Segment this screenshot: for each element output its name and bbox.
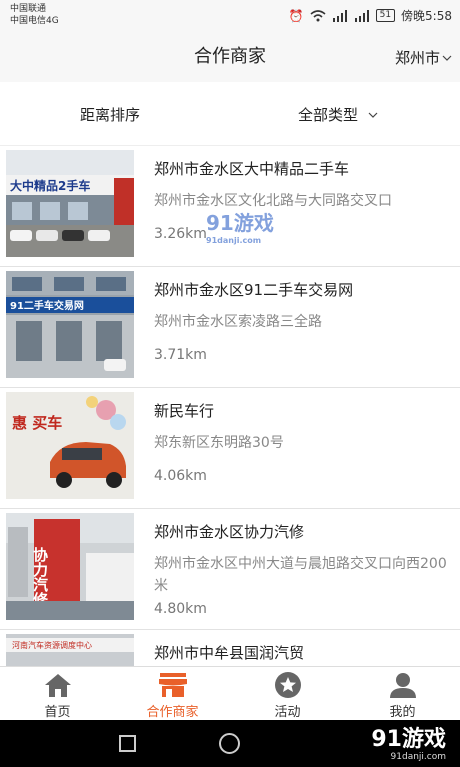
watermark-logo: 91游戏 91danji.com <box>206 211 274 245</box>
bottom-tab-bar: 首页 合作商家 活动 我的 <box>0 666 460 720</box>
star-icon <box>274 672 301 698</box>
tab-label: 活动 <box>274 705 301 720</box>
system-nav-bar: 91游戏 91danji.com <box>0 720 460 767</box>
dealer-name: 新民车行 <box>154 402 215 420</box>
store-sign-text: 河南汽车资源调度中心 <box>12 640 92 650</box>
signal-icon <box>332 9 347 22</box>
dealer-name: 郑州市中牟县国润汽贸 <box>154 644 305 662</box>
dealer-name: 郑州市金水区大中精品二手车 <box>154 160 350 178</box>
dealer-distance: 4.06km <box>154 468 207 484</box>
signal-4g-icon <box>354 9 369 22</box>
tab-home[interactable]: 首页 <box>0 667 115 721</box>
sort-by-distance[interactable]: 距离排序 <box>80 104 140 125</box>
list-item[interactable]: 惠 买车 新民车行 郑东新区东明路30号 4.06km <box>0 388 460 509</box>
tab-label: 我的 <box>389 705 416 720</box>
user-icon <box>389 673 416 698</box>
list-item[interactable]: 协力汽修 郑州市金水区协力汽修 郑州市金水区中州大道与晨旭路交叉口向西200米 … <box>0 509 460 630</box>
chevron-down-icon <box>368 112 378 118</box>
tab-partners[interactable]: 合作商家 <box>115 667 230 721</box>
tab-mine[interactable]: 我的 <box>345 667 460 721</box>
title-bar: 合作商家 郑州市 <box>0 30 460 82</box>
page-title: 合作商家 <box>194 46 266 67</box>
home-button[interactable] <box>219 733 240 754</box>
list-item[interactable]: 河南汽车资源调度中心 郑州市中牟县国润汽贸 <box>0 630 460 666</box>
store-sign-text: 大中精品2手车 <box>10 178 90 193</box>
city-selector[interactable]: 郑州市 <box>395 47 452 68</box>
wifi-icon <box>310 9 326 21</box>
store-sign-text: 惠 买车 <box>12 414 62 432</box>
status-bar: 中国联通 中国电信4G ⏰ 51 傍晚5:58 <box>0 0 460 30</box>
dealer-photo: 河南汽车资源调度中心 <box>6 634 134 666</box>
filter-bar: 距离排序 全部类型 <box>0 82 460 146</box>
watermark-brand: 91游戏 91danji.com <box>371 727 446 763</box>
tab-label: 合作商家 <box>146 705 199 720</box>
dealer-address: 郑州市金水区索凌路三全路 <box>154 314 322 330</box>
alarm-icon: ⏰ <box>288 8 304 23</box>
dealer-photo: 惠 买车 <box>6 392 134 499</box>
watermark-url: 91danji.com <box>390 752 446 762</box>
recent-apps-button[interactable] <box>119 735 136 752</box>
dealer-address: 郑州市金水区文化北路与大同路交叉口 <box>154 193 392 209</box>
list-item[interactable]: 91二手车交易网 郑州市金水区91二手车交易网 郑州市金水区索凌路三全路 3.7… <box>0 267 460 388</box>
dealer-address: 郑东新区东明路30号 <box>154 435 284 451</box>
dealer-name: 郑州市金水区协力汽修 <box>154 523 305 541</box>
dealer-photo: 大中精品2手车 <box>6 150 134 257</box>
dealer-photo: 协力汽修 <box>6 513 134 620</box>
carrier-2: 中国电信4G <box>10 16 59 26</box>
dealer-address: 郑州市金水区中州大道与晨旭路交叉口向西200米 <box>154 556 447 594</box>
battery-indicator: 51 <box>375 9 396 22</box>
dealer-photo: 91二手车交易网 <box>6 271 134 378</box>
shop-icon <box>158 673 187 697</box>
clock: 傍晚5:58 <box>401 9 452 23</box>
status-icons: ⏰ 51 傍晚5:58 <box>289 7 452 24</box>
dealer-distance: 3.26km <box>154 226 207 242</box>
tab-label: 首页 <box>44 705 71 720</box>
carrier-info: 中国联通 中国电信4G <box>10 3 59 27</box>
tab-activity[interactable]: 活动 <box>230 667 345 721</box>
type-filter[interactable]: 全部类型 <box>298 104 378 125</box>
dealer-name: 郑州市金水区91二手车交易网 <box>154 281 354 299</box>
store-sign-text: 协力汽修 <box>31 546 49 608</box>
dealer-distance: 4.80km <box>154 601 207 617</box>
type-filter-label: 全部类型 <box>298 106 359 124</box>
carrier-1: 中国联通 <box>10 4 47 14</box>
city-label: 郑州市 <box>394 49 440 67</box>
watermark-title: 91游戏 <box>371 727 446 752</box>
dealer-distance: 3.71km <box>154 347 207 363</box>
store-sign-text: 91二手车交易网 <box>10 299 84 312</box>
chevron-down-icon <box>442 55 452 61</box>
home-icon <box>44 674 71 697</box>
